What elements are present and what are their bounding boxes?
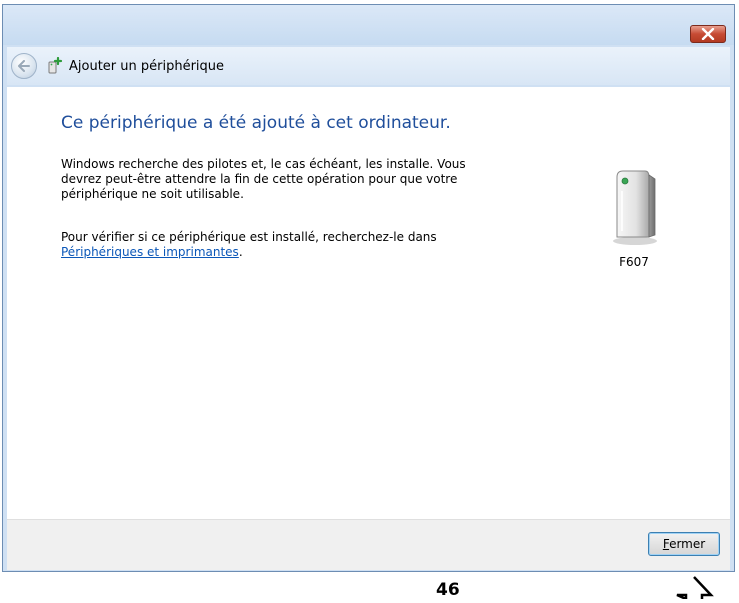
add-device-dialog: Ajouter un périphérique Ce périphérique … [2, 4, 735, 572]
close-x-icon [701, 28, 715, 40]
window-title-bar [3, 5, 734, 45]
devices-printers-link[interactable]: Périphériques et imprimantes [61, 245, 239, 259]
verify-device-label: Pour vérifier si ce périphérique est ins… [61, 230, 437, 244]
verify-device-text: Pour vérifier si ce périphérique est ins… [61, 230, 491, 260]
dialog-footer: Fermer [7, 519, 730, 570]
back-button[interactable] [11, 53, 37, 79]
verify-device-suffix: . [238, 245, 243, 259]
driver-search-text: Windows recherche des pilotes et, le cas… [61, 157, 466, 201]
page-number: 46 [436, 580, 460, 599]
window-close-button[interactable] [690, 25, 726, 43]
close-button-label: ermer [669, 537, 706, 551]
dialog-content: Ce périphérique a été ajouté à cet ordin… [7, 87, 730, 519]
device-tower-icon [613, 170, 657, 245]
page-heading: Ce périphérique a été ajouté à cet ordin… [61, 113, 451, 133]
device-display: F607 [604, 167, 664, 269]
close-dialog-button[interactable]: Fermer [648, 532, 720, 556]
back-arrow-icon [18, 60, 30, 72]
navigation-bar: Ajouter un périphérique [7, 47, 730, 85]
add-device-icon [47, 57, 63, 75]
device-name: F607 [619, 255, 649, 269]
window-title: Ajouter un périphérique [69, 58, 225, 74]
